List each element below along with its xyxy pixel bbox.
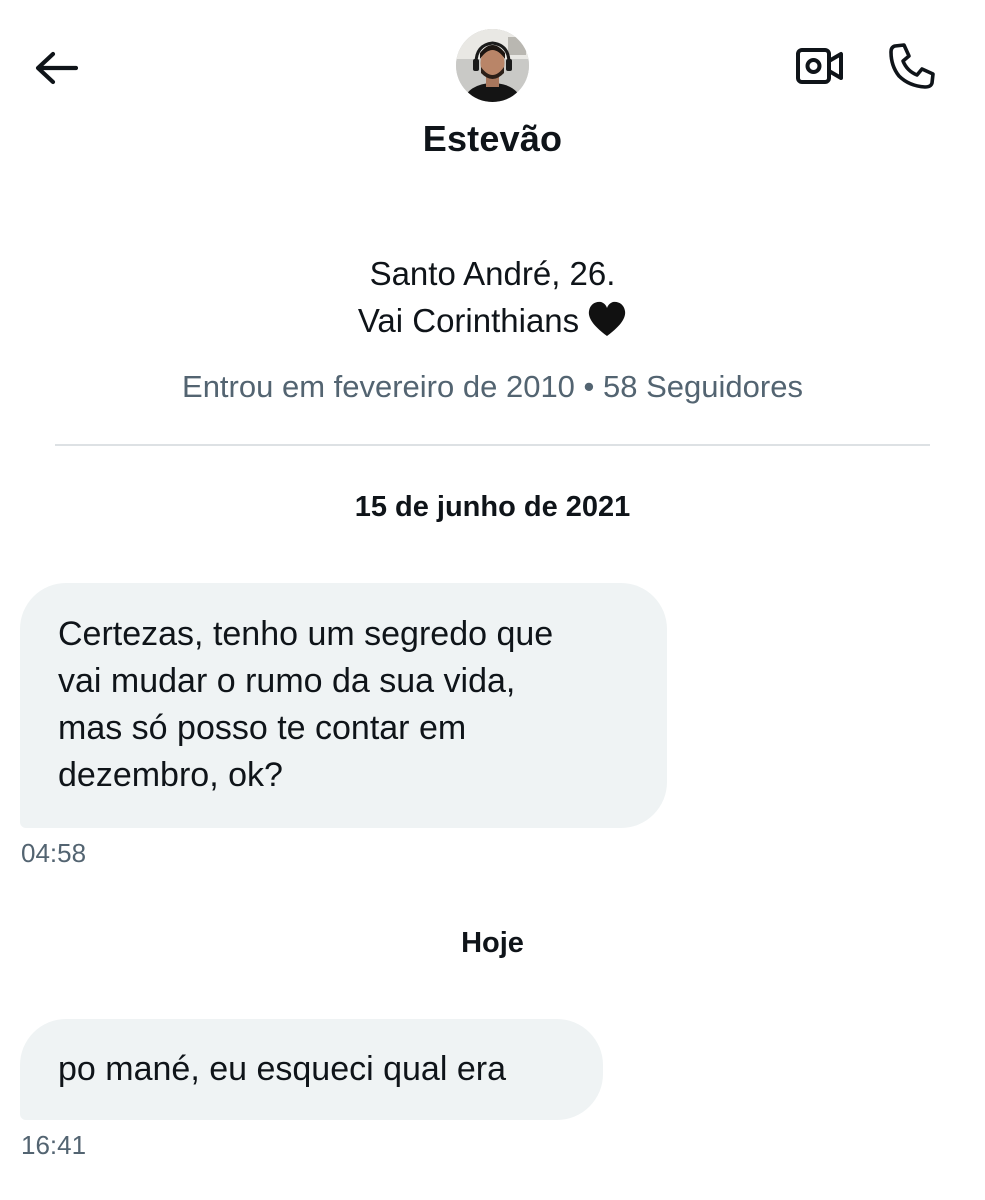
message-timestamp: 04:58	[21, 838, 87, 868]
message-timestamp: 16:41	[21, 1130, 87, 1160]
back-button[interactable]	[28, 40, 84, 96]
meta-separator: •	[583, 369, 595, 404]
message-text-line: Certezas, tenho um segredo que	[58, 615, 554, 653]
date-separator: Hoje	[461, 927, 524, 959]
profile-meta: Entrou em fevereiro de 2010 • 58 Seguido…	[0, 369, 985, 405]
avatar[interactable]	[456, 29, 529, 102]
divider	[55, 444, 930, 446]
message-text-line: vai mudar o rumo da sua vida,	[58, 662, 516, 700]
voice-call-button[interactable]	[882, 36, 942, 96]
arrow-left-icon	[35, 51, 78, 85]
profile-bio-line-1: Santo André, 26.	[369, 255, 616, 292]
video-camera-icon	[796, 48, 843, 84]
message-bubble[interactable]: Certezas, tenho um segredo que vai mudar…	[20, 583, 667, 828]
date-separator: 15 de junho de 2021	[354, 491, 631, 523]
video-call-button[interactable]	[790, 38, 850, 94]
black-heart-icon	[587, 300, 627, 346]
joined-date: Entrou em fevereiro de 2010	[182, 369, 575, 404]
message-text-line: dezembro, ok?	[58, 756, 283, 794]
followers-count[interactable]: 58 Seguidores	[603, 369, 803, 404]
profile-bio-line-2: Vai Corinthians	[0, 300, 985, 346]
message-text-line: mas só posso te contar em	[58, 709, 467, 747]
contact-name: Estevão	[422, 118, 563, 159]
phone-icon	[889, 43, 935, 89]
profile-bio-text: Vai Corinthians	[357, 302, 580, 339]
message-bubble[interactable]: po mané, eu esqueci qual era	[20, 1019, 603, 1120]
